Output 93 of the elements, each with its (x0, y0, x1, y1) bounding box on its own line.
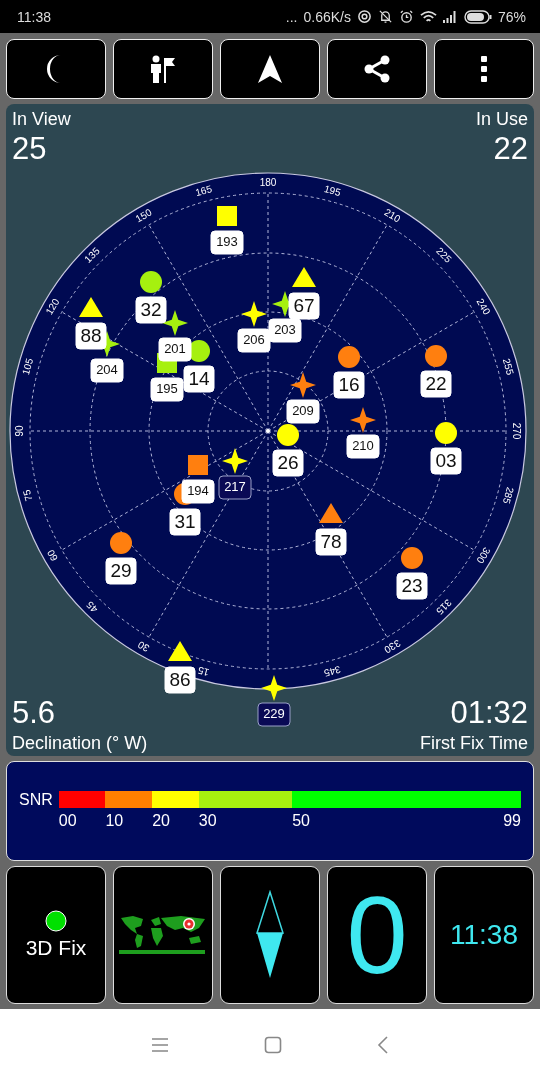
signal-icon (442, 10, 458, 23)
bell-off-icon (377, 9, 393, 24)
speed-tile[interactable]: 0 (327, 866, 427, 1004)
satellite-id-label: 26 (272, 449, 304, 477)
azimuth-label: 105 (20, 357, 36, 377)
network-speed: 0.66K/s (303, 8, 351, 25)
snr-tick-label: 10 (105, 812, 124, 830)
snr-tick-label: 99 (503, 812, 521, 830)
satellite-id-label: 31 (169, 508, 201, 536)
navigation-arrow-icon (257, 54, 283, 84)
battery-icon (463, 9, 492, 24)
first-fix-time: 01:32 (450, 694, 528, 732)
clock-time: 11:38 (450, 919, 518, 951)
azimuth-label: 225 (434, 245, 454, 265)
azimuth-label: 135 (82, 245, 102, 265)
satellite-id-label: 78 (315, 528, 347, 556)
azimuth-label: 300 (474, 545, 493, 566)
satellite-id-label: 195 (150, 377, 184, 402)
satellite-id-label: 210 (346, 434, 380, 459)
world-map-icon (119, 914, 207, 956)
fix-label: 3D Fix (25, 936, 87, 960)
back-icon[interactable] (377, 1035, 389, 1054)
azimuth-label: 240 (474, 296, 493, 317)
satellite-id-label: 229 (257, 702, 291, 727)
map-tile[interactable] (113, 866, 213, 1004)
satellite-id-label: 206 (237, 328, 271, 353)
more-notifications: ... (285, 8, 298, 25)
fix-status-tile[interactable]: 3D Fix (6, 866, 106, 1004)
satellite-id-label: 203 (268, 318, 302, 343)
satellite-id-label: 201 (158, 337, 192, 362)
azimuth-label: 330 (382, 637, 403, 656)
azimuth-label: 165 (194, 183, 214, 199)
satellite-id-label: 14 (183, 365, 215, 393)
satellite-id-label: 209 (286, 399, 320, 424)
azimuth-label: 90 (13, 425, 25, 437)
satellite-id-label: 67 (288, 292, 320, 320)
azimuth-label: 15 (196, 664, 211, 679)
satellite-id-label: 193 (210, 230, 244, 255)
azimuth-label: 255 (500, 357, 516, 377)
share-button[interactable] (327, 39, 427, 99)
share-icon (362, 54, 392, 84)
azimuth-label: 180 (259, 176, 277, 188)
home-icon[interactable] (264, 1035, 282, 1054)
satellite-id-label: 86 (164, 666, 196, 694)
navigation-button[interactable] (220, 39, 320, 99)
satellite-id-label: 23 (396, 572, 428, 600)
satellite-id-label: 194 (181, 479, 215, 504)
snr-tick-label: 20 (152, 812, 170, 830)
azimuth-label: 75 (20, 488, 35, 503)
satellite-id-label: 03 (430, 447, 462, 475)
speed-value: 0 (346, 880, 408, 990)
in-use-label: In Use (475, 108, 528, 130)
satellite-id-label: 32 (135, 296, 167, 324)
alarm-icon (398, 9, 414, 24)
azimuth-label: 45 (84, 599, 100, 615)
satellite-id-label: 204 (90, 358, 124, 383)
first-fix-label: First Fix Time (420, 732, 528, 754)
azimuth-label: 120 (43, 296, 62, 317)
azimuth-label: 150 (133, 206, 154, 225)
azimuth-label: 210 (382, 206, 403, 225)
satellite-id-label: 16 (333, 371, 365, 399)
snr-tick-label: 00 (58, 812, 77, 830)
wifi-icon (419, 9, 437, 24)
in-view-count: 25 (12, 130, 47, 168)
azimuth-label: 195 (322, 183, 342, 199)
satellite-id-label: 88 (75, 322, 107, 350)
clock-tile[interactable]: 11:38 (434, 866, 534, 1004)
person-flag-icon (148, 54, 178, 84)
azimuth-label: 285 (500, 485, 516, 505)
declination-label: Declination (° W) (12, 732, 148, 754)
snr-tick-label: 30 (198, 812, 217, 830)
azimuth-label: 270 (511, 422, 523, 440)
snr-label: SNR (19, 791, 53, 809)
satellite-id-label: 217 (218, 475, 252, 500)
person-flag-button[interactable] (113, 39, 213, 99)
azimuth-label: 30 (136, 638, 152, 655)
satellite-id-label: 29 (105, 557, 137, 585)
satellite-id-label: 22 (420, 370, 452, 398)
azimuth-label: 315 (434, 597, 454, 617)
hotspot-icon (356, 9, 372, 24)
more-menu-button[interactable] (434, 39, 534, 99)
in-view-label: In View (12, 108, 71, 130)
status-dot (45, 910, 67, 932)
declination-value: 5.6 (12, 694, 56, 732)
more-icon (480, 55, 488, 83)
snr-tick-label: 50 (292, 812, 310, 830)
status-time: 11:38 (17, 8, 51, 25)
in-use-count: 22 (493, 130, 528, 168)
night-mode-button[interactable] (6, 39, 106, 99)
azimuth-label: 345 (322, 663, 342, 679)
battery-percent: 76% (497, 8, 526, 25)
azimuth-label: 60 (44, 547, 61, 563)
compass-tile[interactable] (220, 866, 320, 1004)
